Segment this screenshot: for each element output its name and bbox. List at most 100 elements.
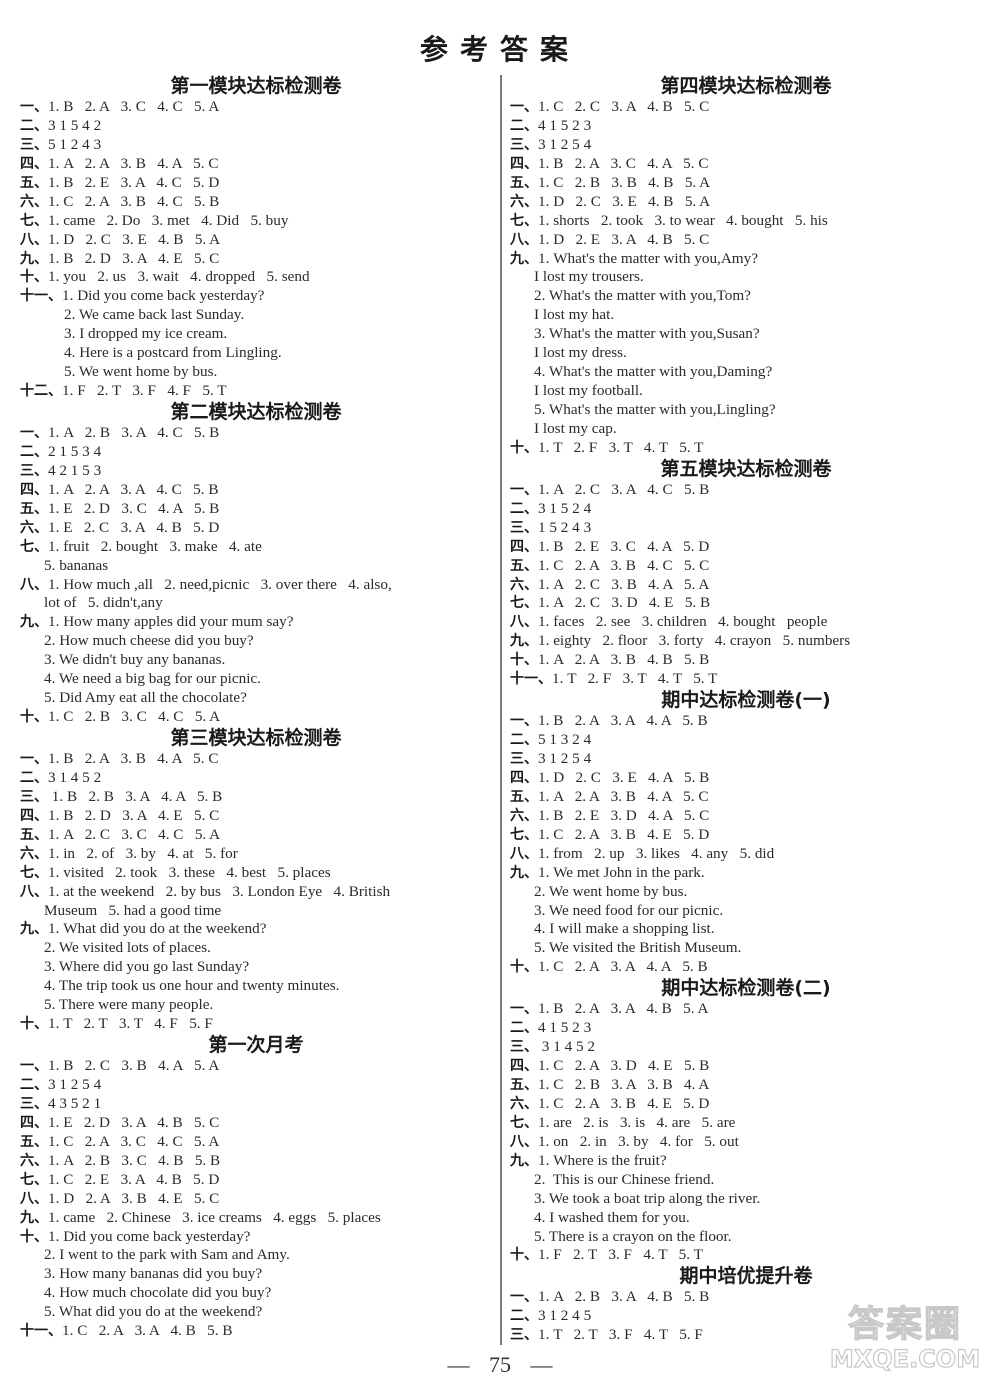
answer-line: 九、1. How many apples did your mum say? (20, 613, 492, 632)
question-number: 三、 (510, 519, 538, 536)
answer-line: 3. We took a boat trip along the river. (510, 1190, 982, 1209)
answer-text: 1. came 2. Chinese 3. ice creams 4. eggs… (48, 1208, 381, 1226)
answer-text: 1. A 2. C 3. D 4. E 5. B (538, 594, 711, 612)
question-number: 七、 (20, 1171, 48, 1188)
answer-text: 3. We need food for our picnic. (534, 901, 724, 919)
answer-text: 5. What did you do at the weekend? (44, 1303, 263, 1321)
section-title: 第五模块达标检测卷 (660, 457, 832, 480)
question-number: 七、 (510, 595, 538, 612)
section-title: 第四模块达标检测卷 (660, 75, 832, 97)
answer-text: 3 1 2 5 4 (48, 1076, 102, 1093)
question-number: 六、 (510, 193, 538, 210)
question-number: 六、 (20, 1152, 48, 1169)
answer-section: 第一模块达标检测卷 一、1. B 2. A 3. C 4. C 5. A 二、3 1… (20, 75, 492, 401)
answer-line: 八、1. How much ,all 2. need,picnic 3. ove… (20, 576, 492, 595)
answer-line: 六、1. A 2. B 3. C 4. B 5. B (20, 1152, 492, 1171)
answer-line: 3. We didn't buy any bananas. (20, 651, 492, 670)
question-number: 四、 (510, 1058, 538, 1075)
question-number: 六、 (20, 519, 48, 536)
answer-line: 四、1. D 2. C 3. E 4. A 5. B (510, 769, 982, 788)
answer-text: 1. D 2. C 3. E 4. B 5. A (538, 192, 711, 210)
answer-text: 5 1 3 2 4 (538, 731, 592, 749)
right-column: 第四模块达标检测卷 一、1. C 2. C 3. A 4. B 5. C 二、4 1… (510, 75, 982, 1345)
question-number: 二、 (20, 117, 48, 134)
answer-text: 1. Did you come back yesterday? (48, 1227, 251, 1245)
section-title: 期中培优提升卷 (679, 1265, 813, 1288)
question-number: 一、 (20, 99, 48, 115)
answer-text: Museum 5. had a good time (44, 901, 222, 919)
question-number: 七、 (20, 538, 48, 555)
question-number: 五、 (20, 174, 48, 191)
answer-text: 1. C 2. E 3. A 4. B 5. D (48, 1170, 220, 1188)
answer-line: 十、1. C 2. A 3. A 4. A 5. B (510, 958, 982, 977)
question-number: 五、 (20, 1133, 48, 1150)
answer-text: 1. came 2. Do 3. met 4. Did 5. buy (48, 211, 289, 229)
question-number: 一、 (510, 481, 538, 498)
question-number: 二、 (510, 117, 538, 134)
answer-text: 1. C 2. A 3. B 4. E 5. D (538, 825, 710, 843)
question-number: 九、 (20, 921, 48, 938)
question-number: 八、 (20, 576, 48, 593)
question-number: 二、 (20, 769, 48, 786)
question-number: 五、 (510, 557, 538, 574)
question-number: 十、 (510, 439, 538, 456)
question-number: 六、 (510, 807, 538, 824)
answer-line: 五、1. C 2. B 3. B 4. B 5. A (510, 174, 982, 193)
answer-line: 九、1. What did you do at the weekend? (20, 920, 492, 939)
answer-line: 一、1. B 2. A 3. C 4. C 5. A (20, 98, 492, 117)
question-number: 三、 (20, 136, 48, 153)
answer-line: 十二、1. F 2. T 3. F 4. F 5. T (20, 382, 492, 401)
answer-line: 二、3 1 5 2 4 (510, 500, 982, 519)
answer-text: 1. from 2. up 3. likes 4. any 5. did (538, 844, 775, 862)
question-number: 六、 (510, 576, 538, 593)
question-number: 六、 (20, 845, 48, 862)
page-number: 75 (489, 1352, 511, 1377)
answer-text: I lost my dress. (534, 344, 627, 362)
answer-line: 三、4 3 5 2 1 (20, 1095, 492, 1114)
answer-line: 5. We went home by bus. (20, 363, 492, 382)
answer-line: I lost my football. (510, 382, 982, 401)
answer-text: 3. Where did you go last Sunday? (44, 958, 250, 976)
answer-text: 1. A 2. B 3. A 4. B 5. B (538, 1288, 710, 1306)
question-number: 三、 (20, 788, 48, 805)
question-number: 四、 (510, 155, 538, 172)
answer-line: 六、1. B 2. E 3. D 4. A 5. C (510, 807, 982, 826)
answer-text: lot of 5. didn't,any (44, 594, 163, 612)
answer-text: I lost my cap. (534, 419, 617, 437)
answer-text: 1. How much ,all 2. need,picnic 3. over … (48, 575, 392, 593)
question-number: 四、 (20, 1114, 48, 1131)
answer-line: 六、1. A 2. C 3. B 4. A 5. A (510, 576, 982, 595)
answer-line: 十、1. you 2. us 3. wait 4. dropped 5. sen… (20, 268, 492, 287)
answer-text: 1. How many apples did your mum say? (48, 613, 294, 631)
question-number: 十、 (20, 1228, 48, 1245)
answer-text: 1. eighty 2. floor 3. forty 4. crayon 5.… (538, 632, 851, 650)
answer-section: 第四模块达标检测卷 一、1. C 2. C 3. A 4. B 5. C 二、4 1… (510, 75, 982, 458)
answer-text: 1. E 2. C 3. A 4. B 5. D (48, 518, 220, 536)
answer-text: 5. There were many people. (44, 996, 214, 1014)
question-number: 九、 (510, 1152, 538, 1169)
answer-line: 一、1. C 2. C 3. A 4. B 5. C (510, 98, 982, 117)
answer-line: 五、1. B 2. E 3. A 4. C 5. D (20, 174, 492, 193)
answer-line: 4. How much chocolate did you buy? (20, 1284, 492, 1303)
answer-line: 二、3 1 4 5 2 (20, 769, 492, 788)
answer-text: 3 1 2 5 4 (538, 135, 592, 153)
answer-line: 一、1. B 2. A 3. A 4. B 5. A (510, 1000, 982, 1019)
answer-line: 4. We need a big bag for our picnic. (20, 670, 492, 689)
answer-text: 1. T 2. F 3. T 4. T 5. T (552, 670, 718, 688)
question-number: 二、 (510, 500, 538, 517)
question-number: 七、 (510, 826, 538, 843)
question-number: 四、 (20, 807, 48, 824)
question-number: 六、 (20, 193, 48, 210)
answer-line: 二、5 1 3 2 4 (510, 731, 982, 750)
answer-line: 三、 3 1 4 5 2 (510, 1038, 982, 1057)
question-number: 二、 (20, 443, 48, 460)
answer-line: 二、3 1 5 4 2 (20, 117, 492, 136)
question-number: 二、 (20, 1077, 48, 1093)
answer-line: 五、1. C 2. A 3. C 4. C 5. A (20, 1133, 492, 1152)
answer-text: 1. C 2. B 3. C 4. C 5. A (48, 708, 221, 726)
question-number: 八、 (510, 614, 538, 631)
page-title: 参考答案 (419, 33, 580, 66)
question-number: 七、 (510, 212, 538, 229)
answer-line: 2. We visited lots of places. (20, 939, 492, 958)
answer-line: 八、1. on 2. in 3. by 4. for 5. out (510, 1133, 982, 1152)
